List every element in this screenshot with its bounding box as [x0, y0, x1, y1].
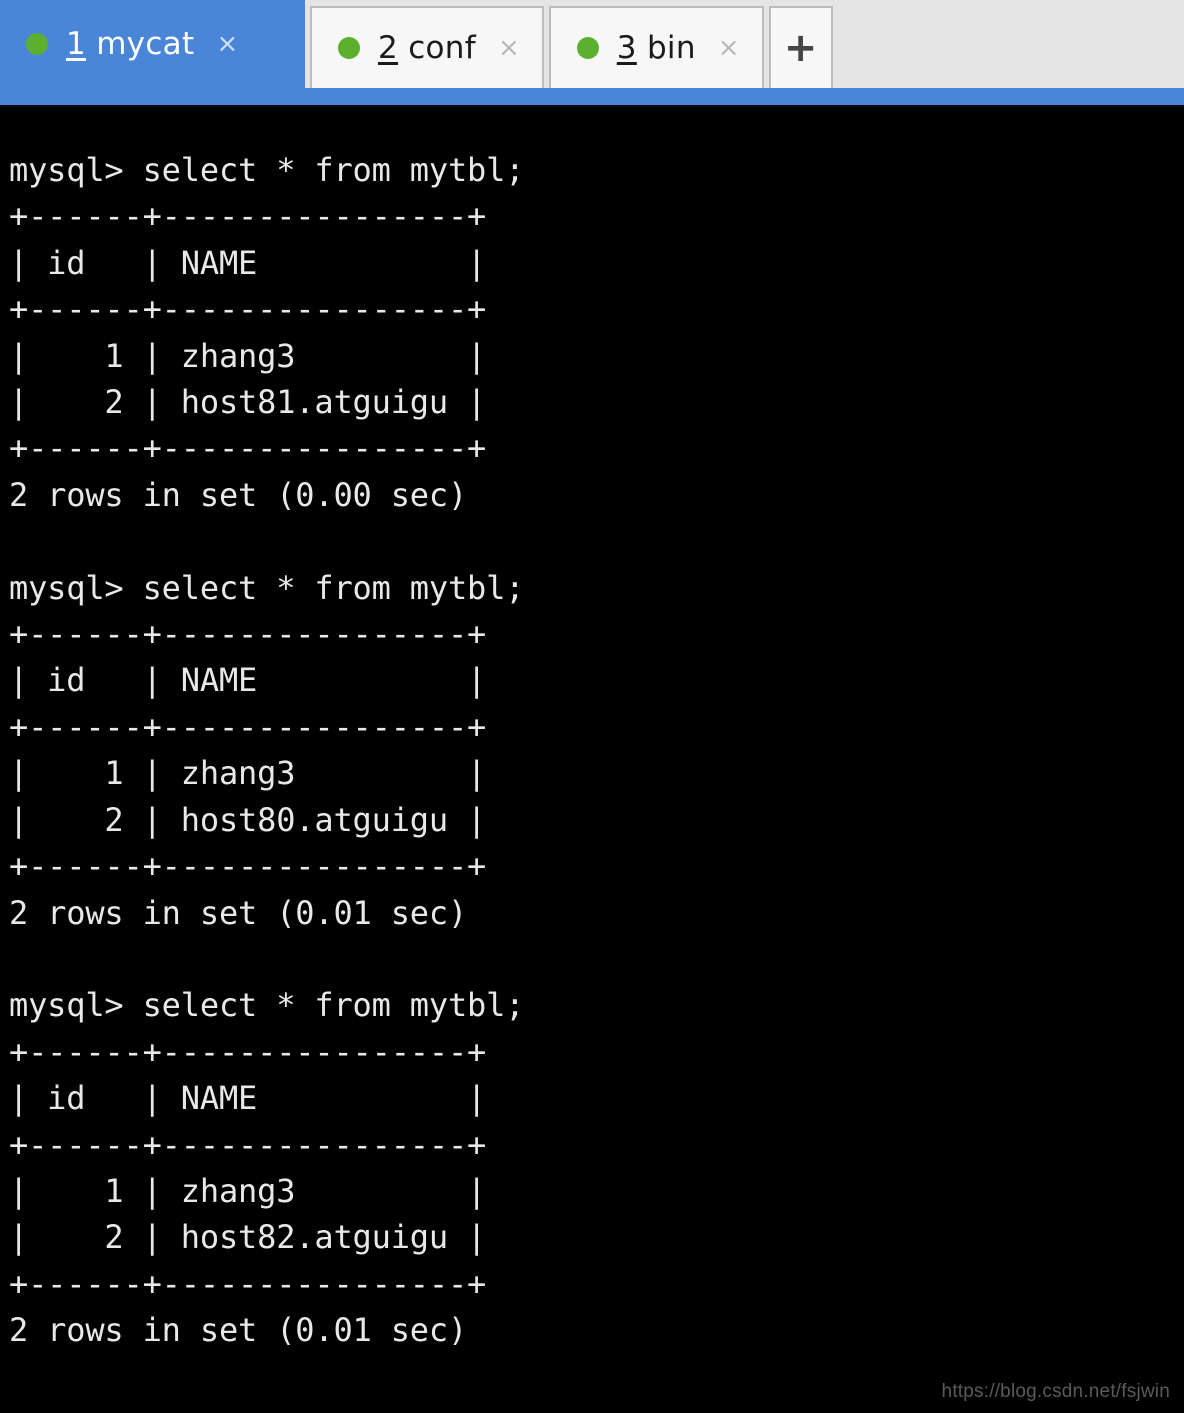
tab-bin[interactable]: 3 bin ×: [548, 6, 764, 88]
tab-strip: 1 mycat × 2 conf × 3 bin × +: [0, 0, 833, 88]
tab-conf[interactable]: 2 conf ×: [310, 6, 544, 88]
active-tab-underline: [0, 88, 1184, 105]
tab-bin-number: 3: [616, 30, 637, 66]
status-dot-icon: [576, 37, 599, 59]
close-icon[interactable]: ×: [718, 35, 740, 61]
tab-bar: 1 mycat × 2 conf × 3 bin × +: [0, 0, 1184, 88]
status-dot-icon: [26, 33, 48, 55]
watermark: https://blog.csdn.net/fsjwin: [941, 1381, 1170, 1402]
status-dot-icon: [338, 37, 360, 59]
terminal-output-pane[interactable]: mysql> select * from mytbl; +------+----…: [0, 105, 1184, 1413]
tab-conf-number: 2: [378, 30, 399, 66]
close-icon[interactable]: ×: [498, 35, 520, 61]
tab-bin-name: bin: [646, 30, 696, 66]
terminal-text: mysql> select * from mytbl; +------+----…: [9, 151, 525, 1350]
tab-mycat-label: 1 mycat: [66, 26, 194, 62]
tab-conf-name: conf: [408, 30, 476, 66]
tab-mycat-name: mycat: [96, 26, 195, 62]
tab-bin-label: 3 bin: [617, 30, 696, 66]
tab-conf-label: 2 conf: [378, 30, 476, 66]
tab-mycat-number: 1: [66, 26, 87, 62]
tab-mycat[interactable]: 1 mycat ×: [0, 0, 305, 88]
new-tab-button[interactable]: +: [768, 6, 833, 88]
close-icon[interactable]: ×: [216, 31, 238, 57]
